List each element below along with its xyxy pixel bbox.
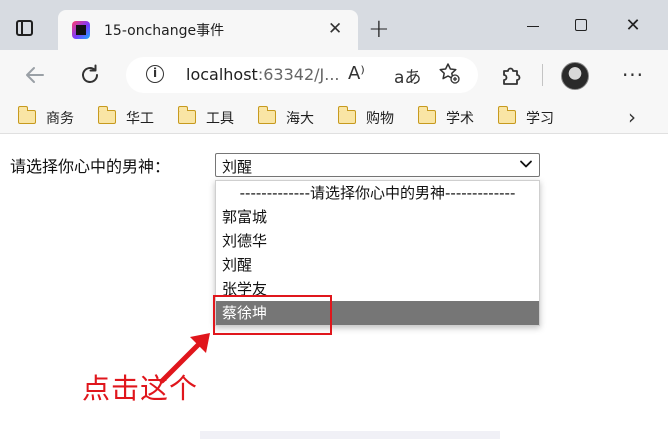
profile-avatar[interactable] — [561, 62, 589, 90]
browser-toolbar: i localhost:63342/J... A⁾ aあ ··· — [0, 50, 668, 100]
select-prompt-label: 请选择你心中的男神： — [10, 157, 171, 176]
add-favorite-icon[interactable] — [438, 62, 460, 89]
folder-icon — [97, 106, 116, 124]
toolbar-divider — [542, 64, 543, 86]
tab-close-icon[interactable]: ✕ — [328, 19, 342, 39]
bookmark-label: 购物 — [366, 111, 394, 127]
tab-actions-icon[interactable] — [14, 18, 36, 40]
more-menu-icon[interactable]: ··· — [620, 62, 646, 88]
folder-icon — [417, 106, 436, 124]
bookmark-label: 学术 — [446, 111, 474, 127]
minimize-button[interactable] — [510, 12, 556, 40]
close-window-button[interactable]: ✕ — [610, 12, 656, 40]
tab-title: 15-onchange事件 — [104, 23, 225, 39]
address-bar[interactable]: i localhost:63342/J... A⁾ aあ — [126, 57, 478, 93]
site-info-icon[interactable]: i — [146, 65, 164, 83]
select-option[interactable]: 刘德华 — [216, 229, 539, 253]
translate-icon[interactable]: aあ — [394, 63, 421, 88]
url-rest: :63342/J... — [257, 65, 340, 84]
folder-icon — [257, 106, 276, 124]
bookmarks-bar: 商务 华工 工具 海大 购物 学术 学习 › — [0, 100, 668, 134]
url-host: localhost — [186, 65, 258, 84]
extensions-puzzle-icon[interactable] — [498, 62, 524, 88]
page-bottom-edge — [200, 431, 500, 439]
maximize-button[interactable] — [558, 12, 604, 40]
annotation-text: 点击这个 — [82, 372, 199, 405]
back-arrow-icon[interactable] — [22, 62, 48, 88]
page-content: 请选择你心中的男神： 刘醒 -------------请选择你心中的男神----… — [0, 135, 668, 439]
select-option[interactable]: 郭富城 — [216, 205, 539, 229]
bookmark-label: 海大 — [286, 111, 314, 127]
active-tab[interactable]: 15-onchange事件 ✕ — [58, 10, 358, 50]
annotation-highlight-box — [213, 295, 332, 335]
read-aloud-icon[interactable]: A⁾ — [348, 63, 365, 84]
folder-icon — [497, 106, 516, 124]
new-tab-button[interactable]: + — [368, 16, 390, 42]
select-current-value: 刘醒 — [222, 158, 253, 176]
idol-select[interactable]: 刘醒 — [215, 153, 540, 177]
folder-icon — [17, 106, 36, 124]
bookmark-label: 华工 — [126, 111, 154, 127]
url-text[interactable]: localhost:63342/J... — [186, 65, 339, 84]
select-option[interactable]: 刘醒 — [216, 253, 539, 277]
select-option-placeholder[interactable]: -------------请选择你心中的男神------------- — [216, 181, 539, 205]
bookmarks-overflow-chevron-icon[interactable]: › — [628, 105, 636, 129]
jetbrains-favicon-icon — [72, 21, 90, 39]
bookmark-label: 学习 — [526, 111, 554, 127]
folder-icon — [177, 106, 196, 124]
tab-strip: 15-onchange事件 ✕ + ✕ — [0, 0, 668, 50]
chevron-down-icon — [520, 160, 532, 168]
bookmark-label: 商务 — [46, 111, 74, 127]
bookmark-label: 工具 — [206, 111, 234, 127]
folder-icon — [337, 106, 356, 124]
reload-icon[interactable] — [77, 62, 103, 88]
